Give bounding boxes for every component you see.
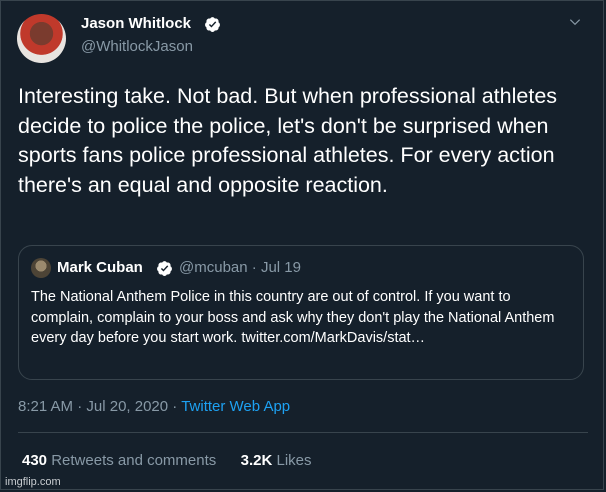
quoted-date: Jul 19 — [260, 259, 301, 276]
meta-separator: · — [172, 398, 178, 415]
meta-separator: · — [77, 398, 83, 415]
likes-stat[interactable]: 3.2K Likes — [241, 452, 312, 469]
likes-label: Likes — [276, 452, 312, 469]
quoted-author-avatar — [31, 258, 51, 278]
retweets-stat[interactable]: 430 Retweets and comments — [22, 452, 220, 469]
tweet-date[interactable]: Jul 20, 2020 — [86, 398, 168, 415]
divider — [18, 432, 588, 433]
quoted-body: The National Anthem Police in this count… — [31, 287, 576, 349]
source-link[interactable]: Twitter Web App — [181, 398, 290, 415]
tweet-time[interactable]: 8:21 AM — [18, 398, 73, 415]
tweet-timestamp: 8:21 AM · Jul 20, 2020 · Twitter Web App — [18, 398, 290, 415]
verified-badge-icon — [205, 17, 220, 32]
retweets-count: 430 — [22, 452, 48, 469]
quoted-author-handle: @mcuban — [179, 259, 248, 276]
quoted-meta: @mcuban · Jul 19 — [179, 259, 301, 276]
engagement-stats: 430 Retweets and comments 3.2K Likes — [22, 452, 312, 469]
retweets-label: Retweets and comments — [51, 452, 217, 469]
quoted-author-name: Mark Cuban — [57, 259, 143, 276]
likes-count: 3.2K — [240, 452, 273, 469]
quoted-tweet[interactable]: Mark Cuban @mcuban · Jul 19 The National… — [18, 245, 584, 380]
verified-badge-icon — [157, 261, 172, 276]
watermark: imgflip.com — [5, 476, 61, 488]
quoted-link: twitter.com/MarkDavis/stat… — [241, 330, 426, 346]
chevron-down-icon[interactable] — [568, 15, 582, 29]
tweet-card: Jason Whitlock @WhitlockJason Interestin… — [0, 0, 604, 490]
tweet-body: Interesting take. Not bad. But when prof… — [18, 84, 558, 197]
author-name[interactable]: Jason Whitlock — [81, 15, 191, 32]
author-handle[interactable]: @WhitlockJason — [81, 38, 193, 55]
author-avatar[interactable] — [17, 14, 66, 63]
meta-separator: · — [251, 259, 257, 276]
